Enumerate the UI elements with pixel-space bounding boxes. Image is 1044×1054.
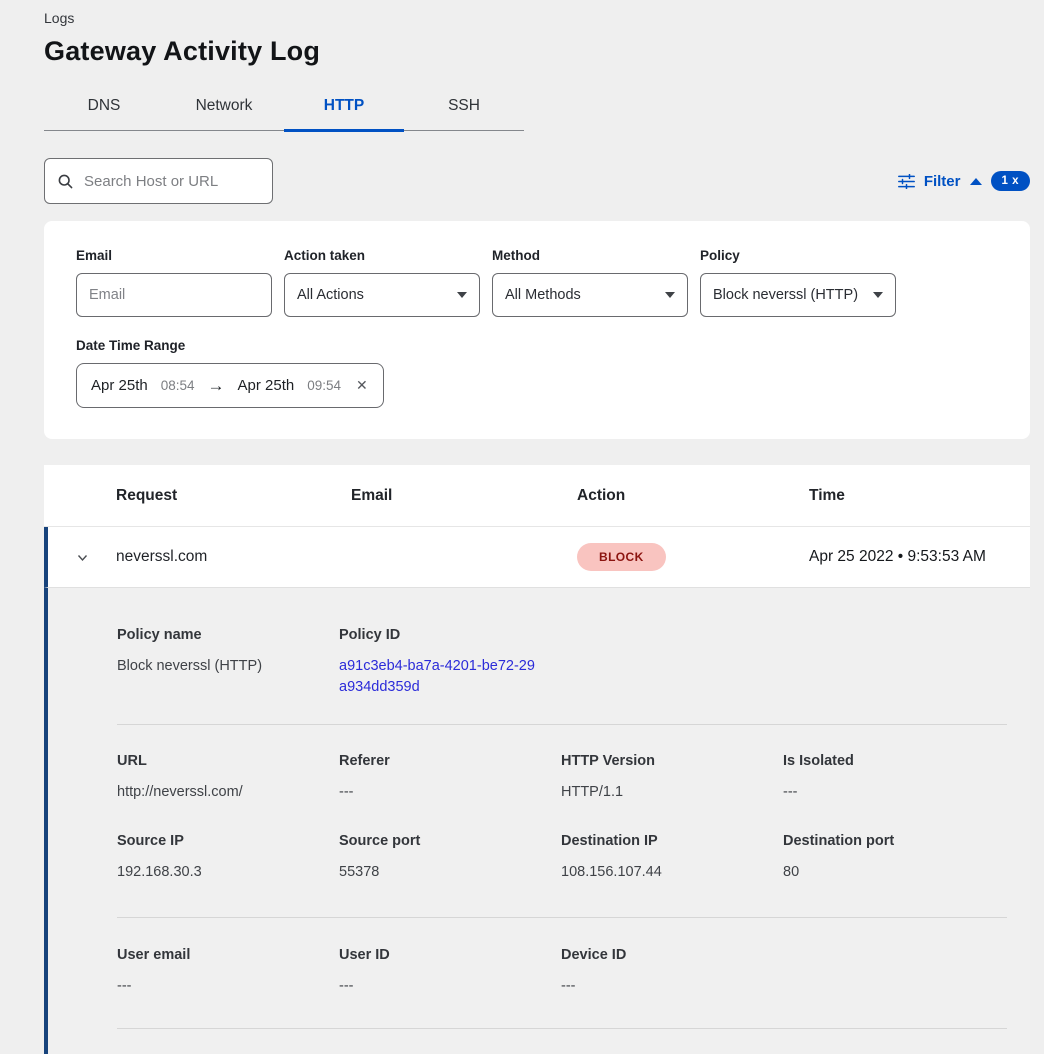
email-input[interactable] <box>89 287 259 303</box>
date-time-range-label: Date Time Range <box>76 338 998 353</box>
activity-log-table: Request Email Action Time neverssl.com B… <box>44 465 1030 1054</box>
search-box[interactable] <box>44 158 273 204</box>
filter-controls[interactable]: Filter 1 x <box>898 171 1030 191</box>
policy-id-link[interactable]: a91c3eb4-ba7a-4201-be72-29a934dd359d <box>339 656 537 698</box>
range-arrow-icon: → <box>208 376 225 396</box>
detail-field-device-id: Device ID --- <box>561 947 783 997</box>
field-value: --- <box>561 976 767 997</box>
field-value: --- <box>339 782 545 803</box>
filter-button[interactable]: Filter <box>924 173 961 190</box>
detail-field-http-version: HTTP Version HTTP/1.1 <box>561 753 783 803</box>
clear-date-range-icon[interactable]: ✕ <box>354 377 368 394</box>
field-value: http://neverssl.com/ <box>117 782 323 803</box>
field-label: HTTP Version <box>561 753 767 769</box>
filter-field-method: Method All Methods <box>492 248 688 317</box>
field-label: Source IP <box>117 833 323 849</box>
field-label: Policy ID <box>339 627 545 643</box>
chevron-down-icon <box>75 550 90 565</box>
filter-icon <box>898 174 915 189</box>
field-label: Destination port <box>783 833 991 849</box>
policy-label: Policy <box>700 248 896 263</box>
start-time: 08:54 <box>161 378 195 393</box>
detail-field-source-port: Source port 55378 <box>339 833 561 883</box>
field-value: 80 <box>783 862 991 883</box>
page-title: Gateway Activity Log <box>44 36 1000 67</box>
chevron-down-icon <box>665 292 675 298</box>
field-value: Block neverssl (HTTP) <box>117 656 323 677</box>
table-row[interactable]: neverssl.com BLOCK Apr 25 2022 • 9:53:53… <box>44 527 1030 588</box>
column-header-request: Request <box>116 487 351 505</box>
end-time: 09:54 <box>307 378 341 393</box>
field-value: --- <box>117 976 323 997</box>
method-label: Method <box>492 248 688 263</box>
filter-count-badge[interactable]: 1 x <box>991 171 1031 191</box>
policy-select[interactable]: Block neverssl (HTTP) <box>700 273 896 317</box>
table-header: Request Email Action Time <box>44 465 1030 527</box>
action-taken-label: Action taken <box>284 248 480 263</box>
field-label: Policy name <box>117 627 323 643</box>
detail-field-destination-ip: Destination IP 108.156.107.44 <box>561 833 783 883</box>
email-label: Email <box>76 248 272 263</box>
field-value: --- <box>783 782 991 803</box>
tab-ssh[interactable]: SSH <box>404 91 524 130</box>
field-value: 192.168.30.3 <box>117 862 323 883</box>
field-label: Referer <box>339 753 545 769</box>
row-time: Apr 25 2022 • 9:53:53 AM <box>809 548 1030 566</box>
column-header-time: Time <box>809 487 1030 505</box>
search-input[interactable] <box>84 173 283 190</box>
field-label: Device ID <box>561 947 767 963</box>
tab-network[interactable]: Network <box>164 91 284 130</box>
action-taken-select[interactable]: All Actions <box>284 273 480 317</box>
detail-field-destination-port: Destination port 80 <box>783 833 1007 883</box>
field-label: User ID <box>339 947 545 963</box>
start-date: Apr 25th <box>91 377 148 394</box>
row-request: neverssl.com <box>116 548 351 566</box>
action-taken-value: All Actions <box>297 287 364 303</box>
page-header: Logs Gateway Activity Log <box>0 0 1044 67</box>
column-header-email: Email <box>351 487 577 505</box>
detail-field-policy-name: Policy name Block neverssl (HTTP) <box>117 627 339 698</box>
chevron-down-icon <box>457 292 467 298</box>
end-date: Apr 25th <box>238 377 295 394</box>
row-detail-panel: Policy name Block neverssl (HTTP) Policy… <box>44 588 1030 1054</box>
toolbar: Filter 1 x <box>44 158 1030 204</box>
method-select[interactable]: All Methods <box>492 273 688 317</box>
filter-field-action-taken: Action taken All Actions <box>284 248 480 317</box>
breadcrumb: Logs <box>44 10 1000 26</box>
tab-bar: DNS Network HTTP SSH <box>44 91 524 131</box>
field-label: Source port <box>339 833 545 849</box>
row-expand-toggle[interactable] <box>48 550 116 565</box>
field-label: Destination IP <box>561 833 767 849</box>
detail-field-referer: Referer --- <box>339 753 561 803</box>
column-header-action: Action <box>577 487 809 505</box>
field-label: Is Isolated <box>783 753 991 769</box>
detail-field-user-email: User email --- <box>117 947 339 997</box>
filter-panel: Email Action taken All Actions Method Al… <box>44 221 1030 439</box>
date-range-picker[interactable]: Apr 25th 08:54 → Apr 25th 09:54 ✕ <box>76 363 384 408</box>
field-label: URL <box>117 753 323 769</box>
detail-field-source-ip: Source IP 192.168.30.3 <box>117 833 339 883</box>
field-value: 55378 <box>339 862 545 883</box>
filter-field-policy: Policy Block neverssl (HTTP) <box>700 248 896 317</box>
detail-field-is-isolated: Is Isolated --- <box>783 753 1007 803</box>
field-value: HTTP/1.1 <box>561 782 767 803</box>
filter-field-email: Email <box>76 248 272 317</box>
field-value: 108.156.107.44 <box>561 862 767 883</box>
filter-field-date-time-range: Date Time Range Apr 25th 08:54 → Apr 25t… <box>76 338 998 408</box>
detail-field-url: URL http://neverssl.com/ <box>117 753 339 803</box>
search-icon <box>57 173 74 190</box>
status-badge: BLOCK <box>577 543 666 571</box>
collapse-caret-icon[interactable] <box>970 178 982 185</box>
tab-dns[interactable]: DNS <box>44 91 164 130</box>
detail-field-policy-id: Policy ID a91c3eb4-ba7a-4201-be72-29a934… <box>339 627 561 698</box>
detail-field-user-id: User ID --- <box>339 947 561 997</box>
method-value: All Methods <box>505 287 581 303</box>
field-value: --- <box>339 976 545 997</box>
field-label: User email <box>117 947 323 963</box>
tab-http[interactable]: HTTP <box>284 91 404 130</box>
chevron-down-icon <box>873 292 883 298</box>
policy-value: Block neverssl (HTTP) <box>713 287 858 303</box>
